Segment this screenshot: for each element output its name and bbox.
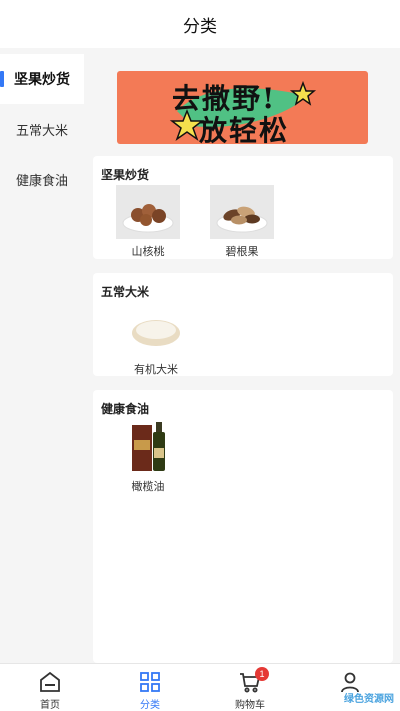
product-image-pecan-nut	[210, 185, 274, 239]
product-image-rice	[124, 303, 188, 357]
bottom-tabbar: 首页 分类 购物车 1	[0, 663, 400, 711]
product-item[interactable]: 有机大米	[124, 303, 188, 377]
section-title: 五常大米	[101, 285, 150, 299]
sidebar-item-label: 坚果炒货	[14, 71, 70, 87]
product-item[interactable]: 碧根果	[210, 185, 274, 259]
tab-label: 首页	[40, 700, 60, 711]
category-content: 去撒野! 放轻松 坚果炒货 山核桃 碧根果 五常大米 有机大米 健康食油 橄榄油	[84, 48, 400, 663]
tab-label: 购物车	[235, 700, 265, 711]
promo-banner[interactable]: 去撒野! 放轻松	[117, 71, 368, 144]
section-card-rice: 五常大米 有机大米	[93, 273, 393, 376]
sidebar-item-label: 健康食油	[15, 172, 68, 188]
home-icon	[39, 671, 61, 693]
sidebar-item-rice[interactable]: 五常大米	[0, 104, 84, 154]
watermark-logo: 绿色资源网	[344, 694, 394, 705]
sidebar-item-nuts[interactable]: 坚果炒货	[0, 54, 84, 104]
product-item[interactable]: 山核桃	[116, 185, 180, 259]
sidebar-item-oil[interactable]: 健康食油	[0, 154, 84, 204]
tab-label: 分类	[140, 700, 160, 711]
product-image-olive-oil	[116, 420, 180, 474]
tab-home[interactable]: 首页	[0, 664, 100, 711]
tab-cart[interactable]: 购物车 1	[200, 664, 300, 711]
cart-badge: 1	[255, 667, 269, 681]
sidebar-item-label: 五常大米	[15, 122, 68, 138]
page-title: 分类	[183, 16, 217, 36]
tab-category[interactable]: 分类	[100, 664, 200, 711]
section-card-oil: 健康食油 橄榄油	[93, 390, 393, 663]
product-item[interactable]: 橄榄油	[116, 420, 180, 494]
section-card-nuts: 坚果炒货 山核桃 碧根果	[93, 156, 393, 259]
page-header: 分类	[0, 0, 400, 48]
banner-subline: 放轻松	[199, 114, 290, 144]
category-sidebar: 坚果炒货 五常大米 健康食油	[0, 48, 84, 663]
product-image-pecan	[116, 185, 180, 239]
section-title: 健康食油	[101, 402, 150, 416]
product-name: 橄榄油	[131, 481, 165, 493]
grid-icon	[139, 671, 161, 693]
product-name: 有机大米	[134, 364, 178, 376]
product-name: 碧根果	[225, 246, 259, 258]
section-title: 坚果炒货	[101, 168, 150, 182]
product-name: 山核桃	[131, 246, 165, 258]
